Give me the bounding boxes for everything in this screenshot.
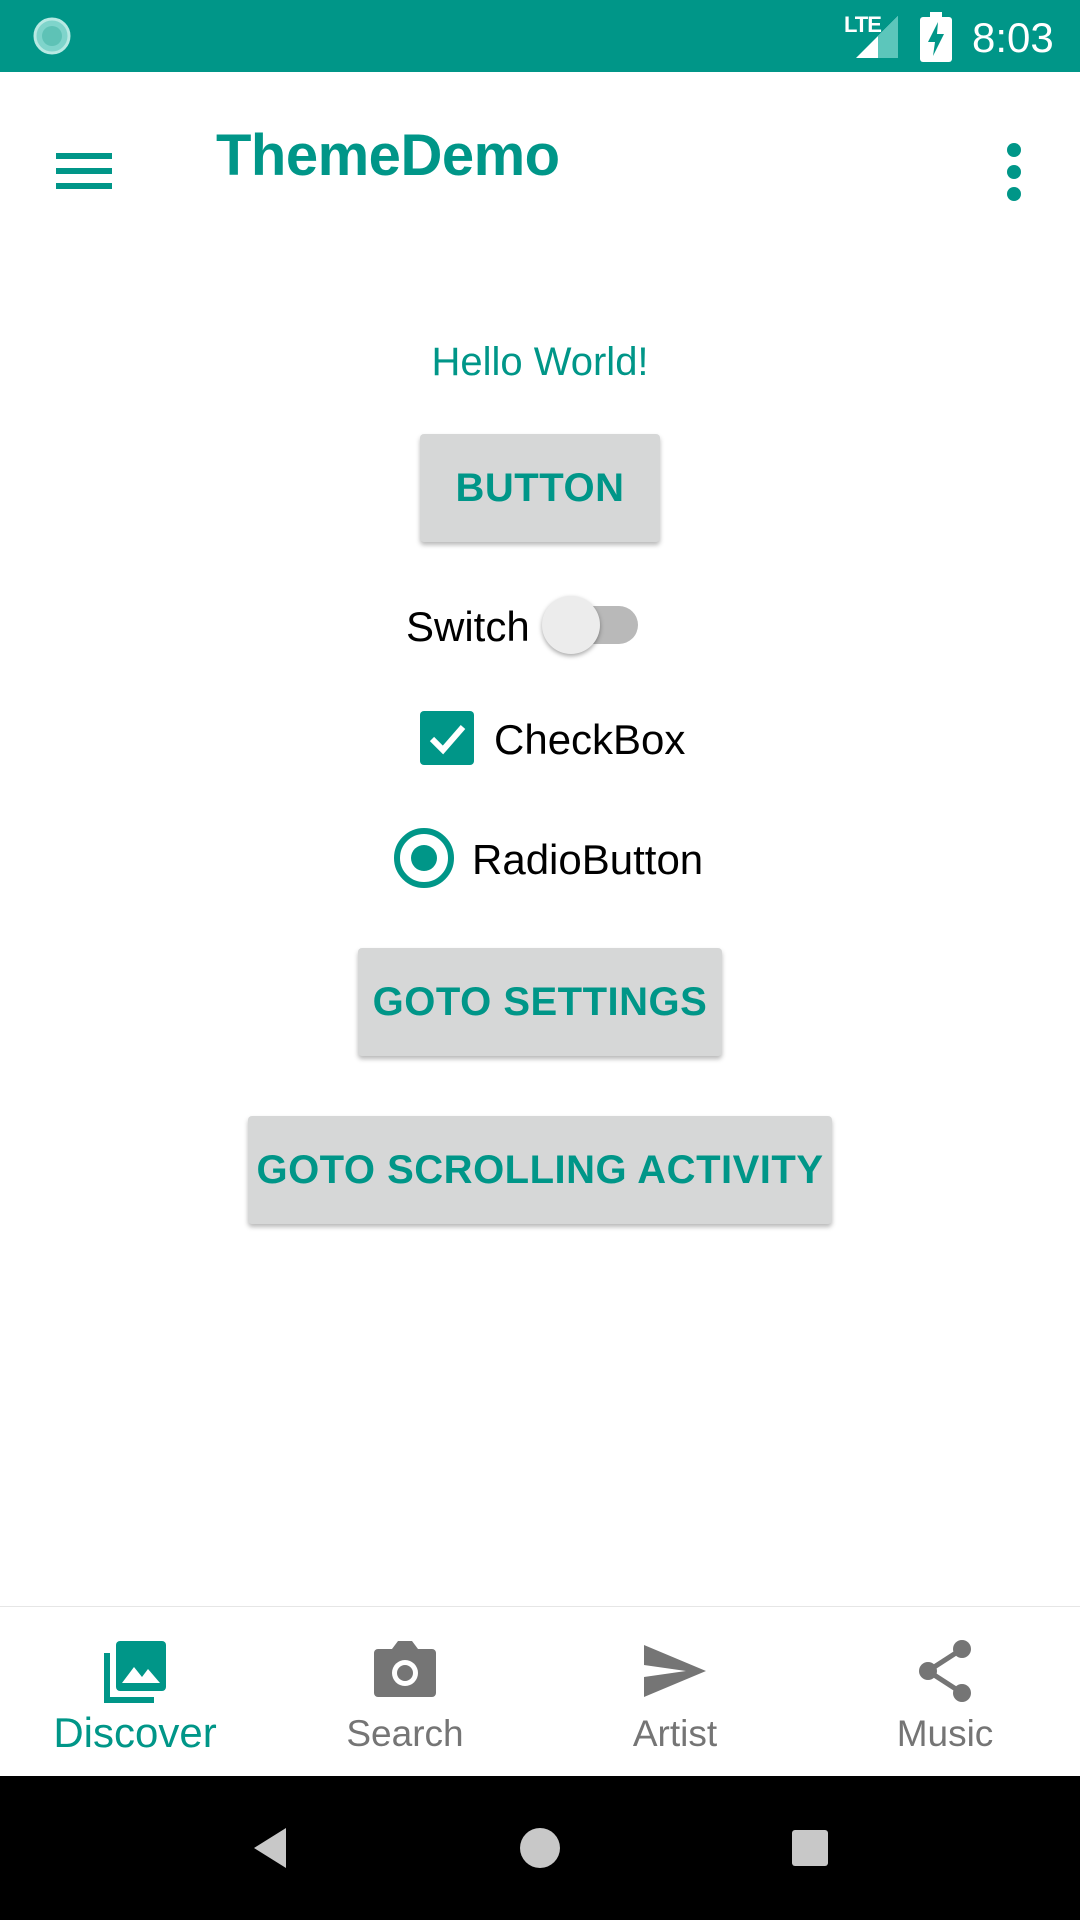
checkmark-icon — [429, 725, 466, 755]
nav-item-search[interactable]: Search — [270, 1607, 540, 1777]
system-navigation-bar — [0, 1776, 1080, 1920]
switch-label: Switch — [406, 603, 530, 650]
nav-label-search: Search — [346, 1713, 464, 1754]
nav-label-artist: Artist — [632, 1713, 718, 1754]
goto-scrolling-activity-button[interactable]: GOTO SCROLLING ACTIVITY — [248, 1116, 832, 1224]
share-icon — [919, 1640, 971, 1702]
app-bar: ThemeDemo — [0, 72, 1080, 244]
status-clock: 8:03 — [972, 14, 1054, 61]
loading-icon — [33, 17, 71, 55]
recents-icon[interactable] — [782, 1820, 838, 1876]
checkbox[interactable] — [420, 711, 474, 765]
nav-item-music[interactable]: Music — [810, 1607, 1080, 1777]
back-icon[interactable] — [244, 1820, 300, 1876]
battery-charging-icon — [920, 12, 952, 62]
bottom-navigation: Discover Search Artist Music — [0, 1606, 1080, 1777]
home-icon[interactable] — [512, 1820, 568, 1876]
app-title: ThemeDemo — [216, 123, 560, 188]
camera-icon — [374, 1641, 436, 1697]
menu-icon[interactable] — [40, 127, 128, 215]
switch-thumb[interactable] — [542, 596, 600, 654]
status-bar: LTE 8:03 — [0, 0, 1080, 72]
radio-label[interactable]: RadioButton — [472, 836, 703, 884]
photo-library-icon — [104, 1641, 166, 1703]
greeting-text: Hello World! — [431, 340, 649, 384]
nav-label-discover: Discover — [53, 1709, 217, 1756]
signal-icon — [856, 16, 898, 58]
checkbox-label[interactable]: CheckBox — [494, 716, 685, 764]
send-icon — [644, 1645, 706, 1697]
radio-dot — [411, 845, 437, 871]
nav-label-music: Music — [896, 1713, 994, 1754]
goto-settings-button[interactable]: GOTO SETTINGS — [358, 948, 722, 1056]
primary-button[interactable]: BUTTON — [420, 434, 660, 542]
nav-item-discover[interactable]: Discover — [0, 1607, 270, 1777]
overflow-menu-icon[interactable] — [990, 124, 1038, 220]
nav-item-artist[interactable]: Artist — [540, 1607, 810, 1777]
